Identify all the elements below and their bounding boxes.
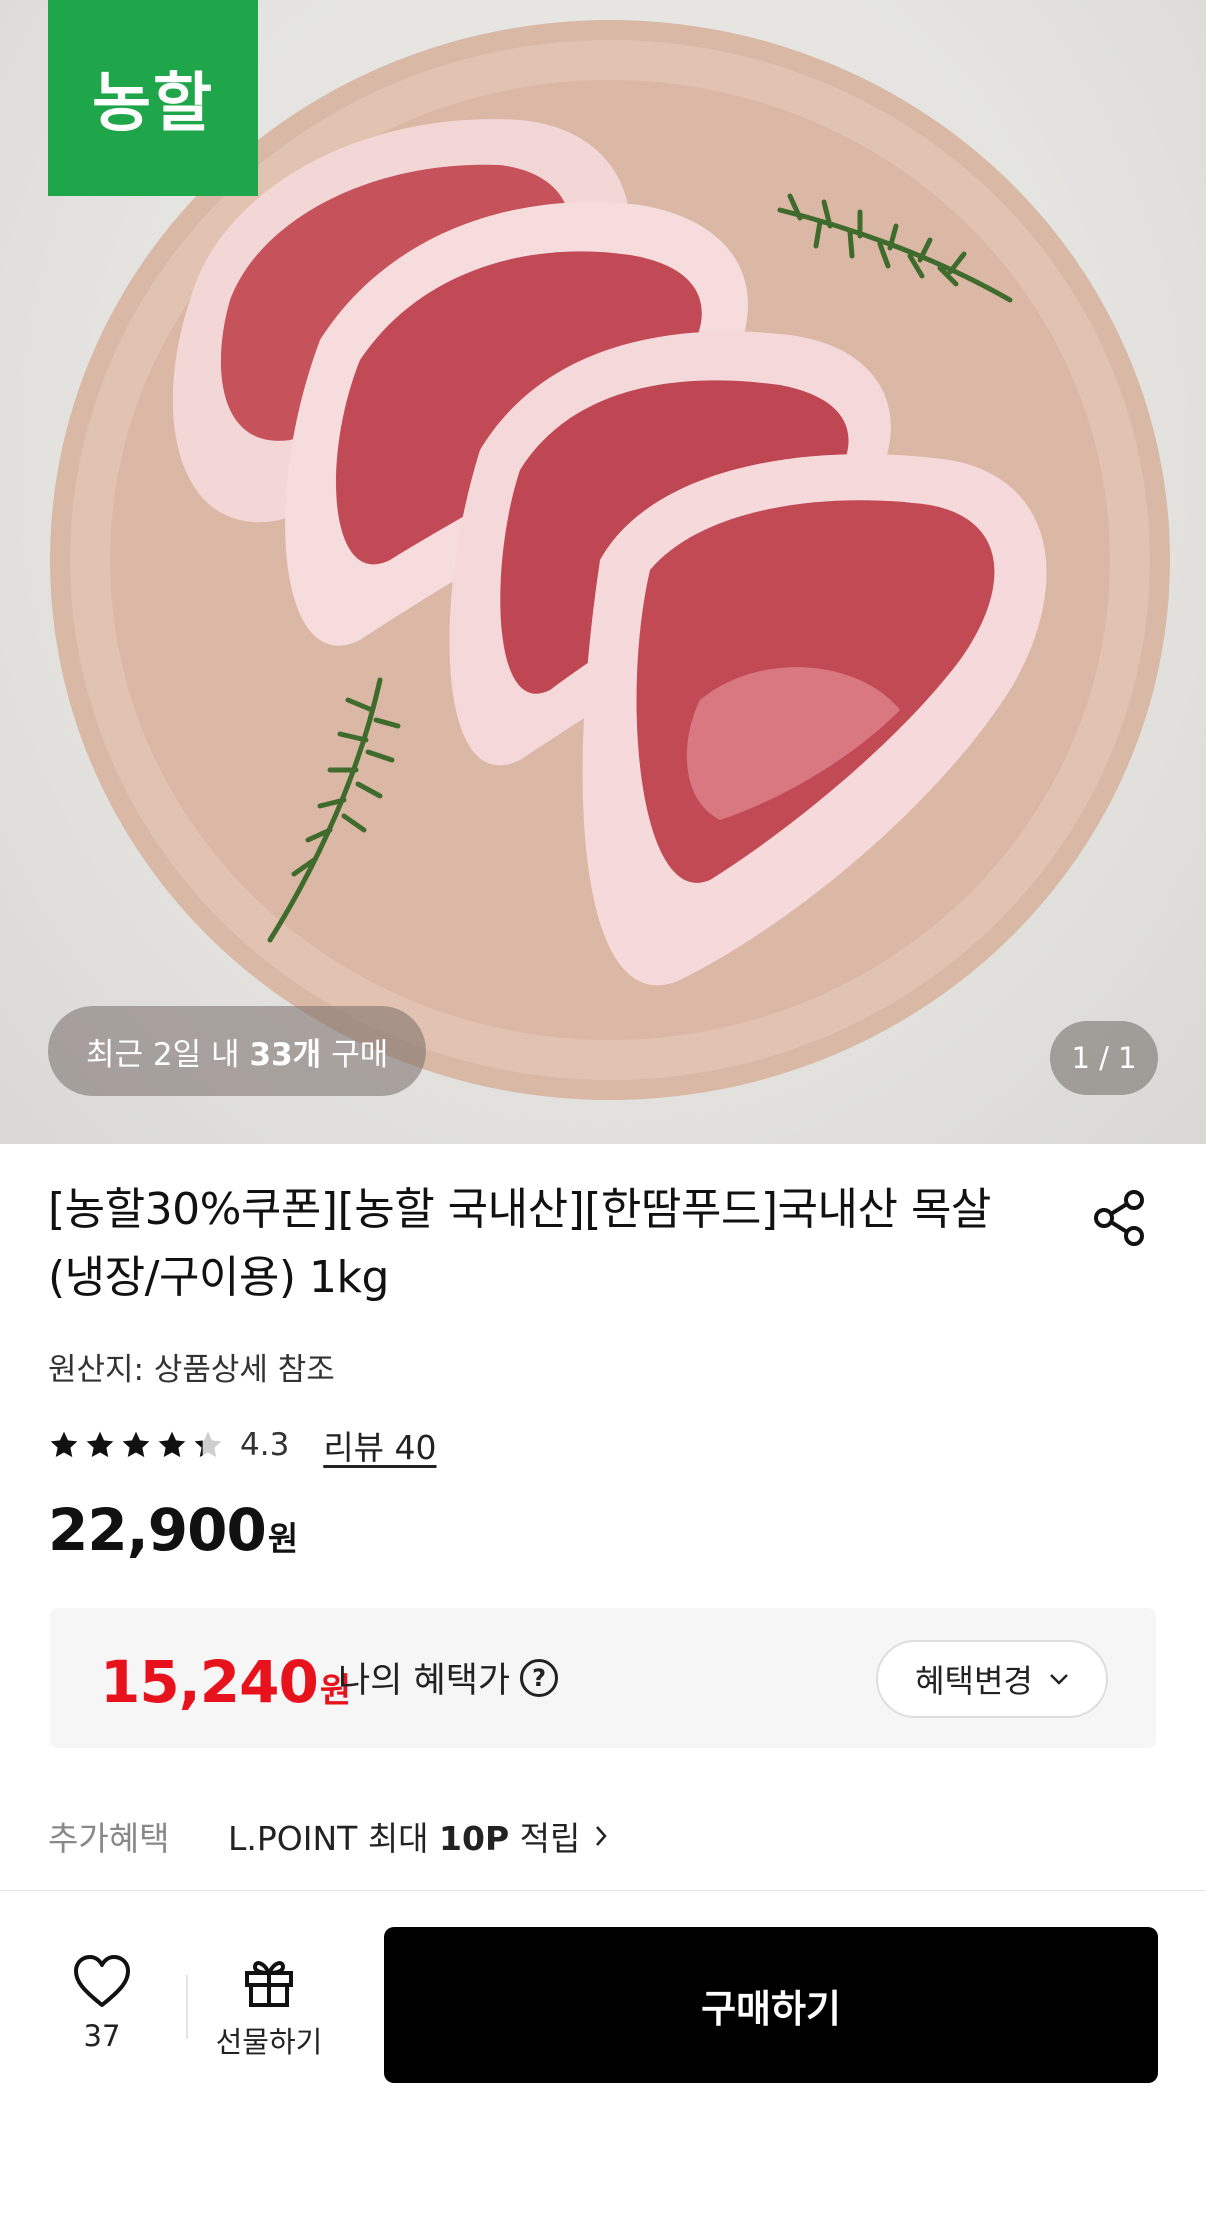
- star-filled-icon: [158, 1431, 186, 1458]
- chevron-right-icon: [596, 1826, 608, 1846]
- extra-benefit-text: L.POINT 최대 10P 적립: [228, 1812, 580, 1860]
- star-filled-icon: [50, 1431, 78, 1458]
- image-pager: 1 / 1: [1050, 1021, 1158, 1095]
- benefit-label-group: 나의 혜택가 ?: [338, 1652, 559, 1703]
- star-filled-icon: [122, 1431, 150, 1458]
- price-amount: 22,900: [48, 1496, 267, 1564]
- chevron-down-icon: [1049, 1674, 1068, 1685]
- gift-button[interactable]: 선물하기: [204, 1953, 334, 2073]
- change-benefit-button[interactable]: 혜택변경: [876, 1640, 1108, 1718]
- product-image[interactable]: 농할 최근 2일 내 33개 구매 1 / 1: [0, 0, 1206, 1144]
- like-count: 37: [83, 2019, 121, 2053]
- gift-label: 선물하기: [215, 2025, 323, 2059]
- origin-info: 원산지: 상품상세 참조: [48, 1352, 335, 1388]
- star-filled-icon: [86, 1431, 114, 1458]
- price-unit: 원: [267, 1519, 299, 1558]
- rating-stars: [48, 1429, 224, 1461]
- help-icon[interactable]: ?: [520, 1658, 559, 1697]
- like-button[interactable]: 37: [52, 1953, 152, 2073]
- recent-purchase-prefix: 최근 2일 내: [86, 1036, 240, 1073]
- review-link[interactable]: 리뷰 40: [323, 1421, 436, 1469]
- recent-purchase-count: 33개: [249, 1036, 322, 1073]
- benefit-label: 나의 혜택가: [338, 1661, 511, 1701]
- extra-benefit-suffix: 적립: [519, 1819, 581, 1858]
- heart-icon: [74, 1955, 130, 2007]
- divider: [186, 1975, 188, 2039]
- extra-benefit-label: 추가혜택: [48, 1819, 170, 1858]
- product-title: [농할30%쿠폰][농할 국내산][한땀푸드]국내산 목살 (냉장/구이용) 1…: [48, 1184, 991, 1303]
- change-benefit-label: 혜택변경: [915, 1662, 1033, 1700]
- benefit-price-box: 15,240 원 나의 혜택가 ? 혜택변경: [50, 1608, 1156, 1748]
- gift-icon: [245, 1961, 293, 2007]
- recent-purchase-badge: 최근 2일 내 33개 구매: [48, 1006, 427, 1096]
- buy-button[interactable]: 구매하기: [384, 1927, 1158, 2083]
- rating-value: 4.3: [240, 1427, 290, 1463]
- brand-logo: 농할: [48, 0, 258, 196]
- share-icon: [1094, 1190, 1144, 1246]
- extra-benefit-row[interactable]: 추가혜택 L.POINT 최대 10P 적립: [48, 1812, 608, 1860]
- bottom-action-bar: 37 선물하기 구매하기: [0, 1890, 1206, 2221]
- extra-benefit-prefix: L.POINT 최대: [228, 1819, 429, 1858]
- star-partial-icon: [194, 1431, 222, 1458]
- product-page: 농할 최근 2일 내 33개 구매 1 / 1 [농할30%쿠폰][농할 국내산…: [0, 0, 1206, 2221]
- benefit-price-amount: 15,240: [100, 1648, 319, 1716]
- rating-row: 4.3 리뷰 40: [48, 1420, 437, 1470]
- original-price: 22,900 원: [48, 1496, 298, 1564]
- share-button[interactable]: [1088, 1186, 1152, 1250]
- extra-benefit-points: 10P: [439, 1819, 510, 1858]
- benefit-price: 15,240 원: [100, 1648, 351, 1716]
- recent-purchase-suffix: 구매: [331, 1036, 389, 1073]
